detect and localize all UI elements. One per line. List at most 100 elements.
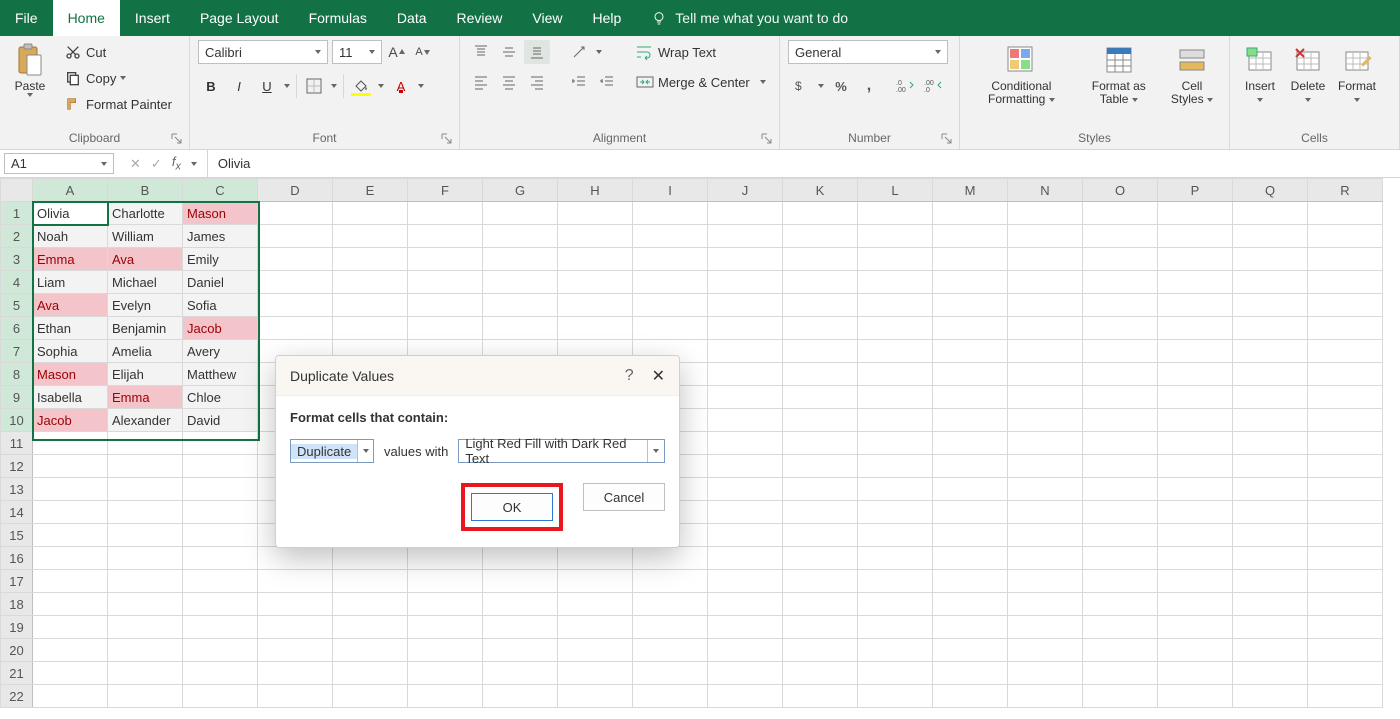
cell[interactable]: [408, 616, 483, 639]
row-header[interactable]: 5: [1, 294, 33, 317]
cell[interactable]: [1008, 248, 1083, 271]
column-header[interactable]: C: [183, 179, 258, 202]
cell[interactable]: [1008, 202, 1083, 225]
cell[interactable]: [633, 547, 708, 570]
cell[interactable]: [858, 570, 933, 593]
cell[interactable]: [858, 271, 933, 294]
cell[interactable]: [333, 202, 408, 225]
conditional-formatting-button[interactable]: Conditional Formatting: [968, 40, 1075, 108]
cell[interactable]: [783, 340, 858, 363]
cell[interactable]: [783, 409, 858, 432]
row-header[interactable]: 22: [1, 685, 33, 708]
cell[interactable]: [1083, 202, 1158, 225]
cell[interactable]: [708, 478, 783, 501]
cell[interactable]: [558, 547, 633, 570]
cell[interactable]: [858, 294, 933, 317]
help-icon[interactable]: ?: [625, 367, 634, 385]
cell[interactable]: [933, 271, 1008, 294]
row-header[interactable]: 21: [1, 662, 33, 685]
cell[interactable]: [633, 639, 708, 662]
menu-tab-view[interactable]: View: [517, 0, 577, 36]
cell[interactable]: [1008, 478, 1083, 501]
cell[interactable]: [1308, 455, 1383, 478]
cell[interactable]: [783, 202, 858, 225]
align-center-button[interactable]: [496, 70, 522, 94]
cell[interactable]: [708, 363, 783, 386]
cell[interactable]: [783, 432, 858, 455]
cell[interactable]: [33, 501, 108, 524]
cell[interactable]: [858, 225, 933, 248]
cell[interactable]: [783, 271, 858, 294]
row-header[interactable]: 19: [1, 616, 33, 639]
cell[interactable]: [708, 386, 783, 409]
cell[interactable]: [1158, 685, 1233, 708]
italic-button[interactable]: I: [226, 74, 252, 98]
menu-tab-home[interactable]: Home: [53, 0, 120, 36]
cell[interactable]: [1083, 570, 1158, 593]
cell[interactable]: [933, 409, 1008, 432]
cell[interactable]: David: [183, 409, 258, 432]
cell[interactable]: [108, 593, 183, 616]
cell[interactable]: [633, 225, 708, 248]
cell[interactable]: [483, 639, 558, 662]
cell[interactable]: [1083, 248, 1158, 271]
cell[interactable]: [633, 271, 708, 294]
cell[interactable]: James: [183, 225, 258, 248]
cell[interactable]: [183, 455, 258, 478]
wrap-text-button[interactable]: Wrap Text: [632, 40, 770, 64]
font-color-dropdown[interactable]: [416, 74, 426, 98]
cell[interactable]: [708, 340, 783, 363]
cell[interactable]: [558, 616, 633, 639]
cell[interactable]: [408, 271, 483, 294]
select-all-corner[interactable]: [1, 179, 33, 202]
cut-button[interactable]: Cut: [60, 40, 176, 64]
cell[interactable]: [483, 317, 558, 340]
cell[interactable]: [1008, 340, 1083, 363]
dialog-titlebar[interactable]: Duplicate Values ? ✕: [276, 356, 679, 396]
cell[interactable]: [858, 478, 933, 501]
cell[interactable]: Benjamin: [108, 317, 183, 340]
bold-button[interactable]: B: [198, 74, 224, 98]
cell[interactable]: [108, 478, 183, 501]
cell[interactable]: [783, 547, 858, 570]
cell[interactable]: Mason: [183, 202, 258, 225]
cell[interactable]: [1008, 616, 1083, 639]
fill-color-button[interactable]: [348, 74, 374, 98]
cell[interactable]: [1083, 593, 1158, 616]
paste-button[interactable]: Paste: [8, 40, 52, 99]
cell[interactable]: [783, 225, 858, 248]
cell[interactable]: [258, 593, 333, 616]
cell[interactable]: [483, 685, 558, 708]
cell[interactable]: [558, 685, 633, 708]
increase-font-button[interactable]: A: [386, 40, 408, 64]
format-as-table-button[interactable]: Format as Table: [1079, 40, 1159, 108]
row-header[interactable]: 3: [1, 248, 33, 271]
format-painter-button[interactable]: Format Painter: [60, 92, 176, 116]
cell[interactable]: [333, 248, 408, 271]
cell[interactable]: [708, 455, 783, 478]
cell[interactable]: [108, 455, 183, 478]
cell[interactable]: [408, 202, 483, 225]
cell[interactable]: [858, 363, 933, 386]
cell[interactable]: [633, 294, 708, 317]
borders-button[interactable]: [301, 74, 327, 98]
cell[interactable]: [708, 547, 783, 570]
cell[interactable]: [1158, 524, 1233, 547]
cell[interactable]: William: [108, 225, 183, 248]
cell[interactable]: [858, 524, 933, 547]
column-header[interactable]: A: [33, 179, 108, 202]
cell[interactable]: [183, 616, 258, 639]
cell[interactable]: [333, 662, 408, 685]
cell[interactable]: [408, 662, 483, 685]
cell[interactable]: [858, 317, 933, 340]
cell[interactable]: Matthew: [183, 363, 258, 386]
dialog-launcher-icon[interactable]: [441, 133, 455, 147]
cell[interactable]: [33, 547, 108, 570]
cell[interactable]: [408, 248, 483, 271]
cell[interactable]: [1158, 478, 1233, 501]
cell[interactable]: [933, 294, 1008, 317]
cell[interactable]: [333, 616, 408, 639]
cell[interactable]: [1158, 432, 1233, 455]
menu-tab-file[interactable]: File: [0, 0, 53, 36]
cell[interactable]: [1008, 662, 1083, 685]
